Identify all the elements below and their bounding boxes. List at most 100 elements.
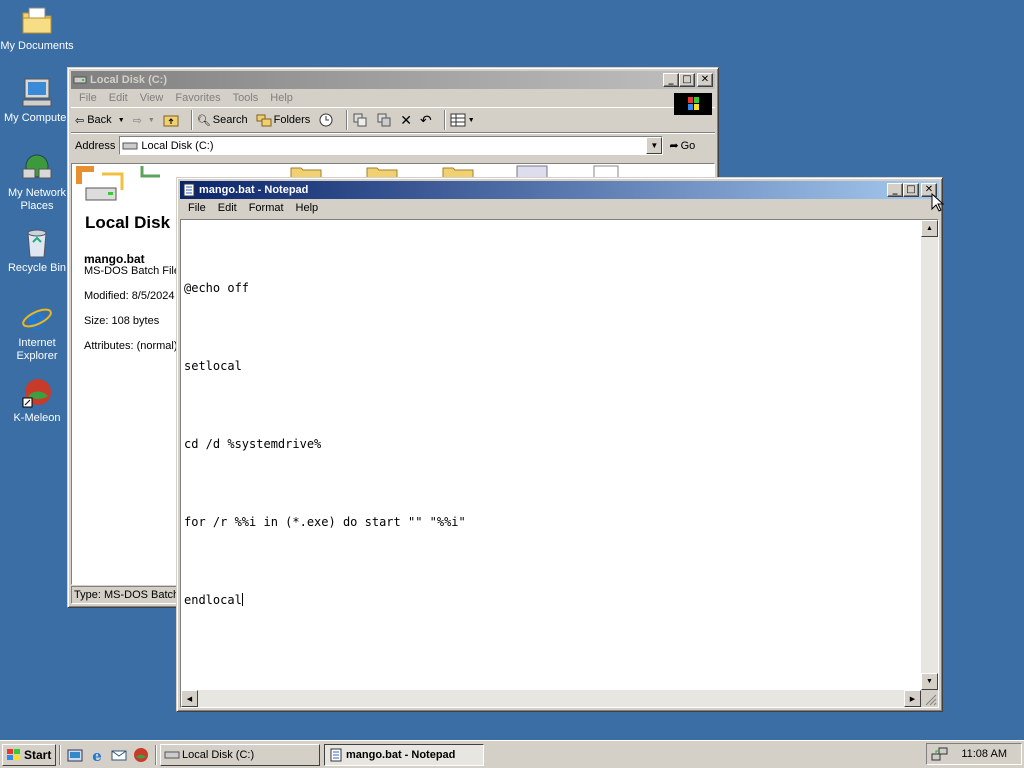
desktop-icon-my-network-places[interactable]: My Network Places — [0, 151, 74, 213]
scroll-down-button[interactable]: ▼ — [921, 673, 938, 690]
copy-to-button[interactable] — [376, 112, 392, 128]
menu-file[interactable]: File — [182, 202, 212, 214]
go-arrow-icon: ➦ — [669, 140, 679, 152]
menu-help[interactable]: Help — [264, 92, 299, 104]
notepad-text[interactable]: @echo off setlocal cd /d %systemdrive% f… — [184, 223, 918, 687]
close-button[interactable]: ✕ — [697, 73, 713, 87]
notepad-title: mango.bat - Notepad — [199, 184, 309, 196]
menu-format[interactable]: Format — [243, 202, 290, 214]
forward-button[interactable]: ⇨ ▼ — [133, 114, 155, 127]
menu-file[interactable]: File — [73, 92, 103, 104]
horizontal-scrollbar[interactable]: ◀ ▶ — [181, 690, 921, 707]
vertical-scrollbar[interactable]: ▲ ▼ — [921, 220, 938, 690]
explorer-toolbar: ⇦ Back ▼ ⇨ ▼ 🔍︎ Search Folders ✕ ↶ ▼ — [71, 107, 715, 133]
outlook-express-icon[interactable] — [111, 747, 127, 763]
address-input[interactable]: Local Disk (C:) ▼ — [119, 136, 664, 155]
menu-view[interactable]: View — [134, 92, 170, 104]
history-icon — [319, 113, 333, 127]
back-arrow-icon: ⇦ — [75, 114, 85, 127]
desktop-icon-k-meleon[interactable]: K-Meleon — [0, 376, 74, 425]
notepad-titlebar[interactable]: mango.bat - Notepad _ □ ✕ — [180, 181, 939, 199]
history-button[interactable] — [318, 112, 334, 128]
computer-icon — [20, 76, 54, 110]
network-tray-icon[interactable] — [931, 746, 949, 762]
move-to-button[interactable] — [352, 112, 368, 128]
menu-tools[interactable]: Tools — [227, 92, 265, 104]
desktop-icon-my-documents[interactable]: My Documents — [0, 4, 74, 53]
taskbar-separator — [155, 744, 157, 765]
document-icon — [593, 165, 619, 178]
menu-favorites[interactable]: Favorites — [169, 92, 226, 104]
go-button[interactable]: ➦ Go — [669, 139, 695, 153]
k-meleon-icon[interactable] — [133, 747, 149, 763]
desktop-icon-my-computer[interactable]: My Computer — [0, 76, 74, 125]
notepad-icon — [330, 748, 342, 761]
folder-icon — [442, 167, 474, 178]
maximize-button[interactable]: □ — [679, 73, 695, 87]
system-tray: 11:08 AM — [926, 743, 1022, 765]
search-button[interactable]: 🔍︎ Search — [197, 114, 248, 127]
recycle-bin-icon — [20, 226, 54, 260]
scroll-left-button[interactable]: ◀ — [181, 690, 198, 707]
explorer-titlebar[interactable]: Local Disk (C:) _ □ ✕ — [71, 71, 715, 89]
desktop-icon-recycle-bin[interactable]: Recycle Bin — [0, 226, 74, 275]
desktop-icon-internet-explorer[interactable]: e Internet Explorer — [0, 301, 74, 363]
show-desktop-icon[interactable] — [67, 747, 83, 763]
text-line: @echo off — [184, 281, 250, 295]
text-line: for /r %%i in (*.exe) do start "" "%%i" — [184, 515, 466, 529]
notepad-text-area[interactable]: @echo off setlocal cd /d %systemdrive% f… — [180, 219, 939, 708]
maximize-button[interactable]: □ — [903, 183, 919, 197]
text-line: setlocal — [184, 359, 242, 373]
folders-button[interactable]: Folders — [256, 113, 310, 127]
scroll-up-button[interactable]: ▲ — [921, 220, 938, 237]
folder-icon — [366, 167, 398, 178]
drive-icon — [73, 73, 87, 87]
views-button[interactable]: ▼ — [450, 113, 475, 127]
drive-icon — [122, 142, 138, 149]
resize-grip[interactable] — [921, 690, 938, 707]
notepad-window[interactable]: mango.bat - Notepad _ □ ✕ File Edit Form… — [176, 177, 943, 712]
views-icon — [450, 113, 466, 127]
delete-button[interactable]: ✕ — [400, 112, 412, 129]
address-label: Address — [75, 139, 116, 152]
text-line: cd /d %systemdrive% — [184, 437, 322, 451]
notepad-menubar: File Edit Format Help — [180, 199, 939, 217]
info-attributes: Attributes: (normal) — [84, 340, 178, 352]
taskbar-item-notepad[interactable]: mango.bat - Notepad — [324, 743, 484, 766]
info-modified: Modified: 8/5/2024 — [84, 290, 175, 302]
undo-button[interactable]: ↶ — [420, 112, 432, 129]
internet-explorer-icon: e — [20, 301, 54, 337]
menu-edit[interactable]: Edit — [103, 92, 134, 104]
menu-help[interactable]: Help — [290, 202, 325, 214]
taskbar: Start e Local Disk (C:) mango.bat - Note… — [0, 740, 1024, 768]
windows-logo-icon — [7, 748, 20, 760]
info-file-name: mango.bat — [84, 252, 145, 266]
menu-edit[interactable]: Edit — [212, 202, 243, 214]
minimize-button[interactable]: _ — [887, 183, 903, 197]
k-meleon-icon — [20, 376, 54, 410]
folder-documents-icon — [20, 4, 54, 38]
back-button[interactable]: ⇦ Back ▼ — [75, 114, 125, 127]
drive-banner-icon — [76, 166, 160, 201]
taskbar-item-local-disk[interactable]: Local Disk (C:) — [160, 743, 320, 766]
drive-icon — [164, 751, 180, 758]
explorer-title: Local Disk (C:) — [90, 74, 168, 86]
chevron-down-icon: ▼ — [147, 116, 155, 124]
taskbar-separator — [59, 744, 61, 765]
start-button[interactable]: Start — [2, 743, 56, 766]
chevron-down-icon: ▼ — [467, 116, 475, 124]
notepad-icon — [182, 183, 196, 197]
mouse-cursor-icon — [931, 193, 945, 212]
desktop-icon-label: Internet Explorer — [16, 337, 58, 362]
svg-text:e: e — [27, 302, 46, 335]
scroll-right-button[interactable]: ▶ — [904, 690, 921, 707]
minimize-button[interactable]: _ — [663, 73, 679, 87]
clock[interactable]: 11:08 AM — [961, 748, 1007, 760]
up-folder-button[interactable] — [163, 113, 179, 127]
toolbar-separator — [346, 110, 349, 130]
internet-explorer-icon[interactable]: e — [89, 747, 105, 763]
toolbar-separator — [443, 110, 446, 130]
address-dropdown-button[interactable]: ▼ — [646, 137, 663, 154]
delete-icon: ✕ — [400, 111, 413, 128]
text-caret — [241, 593, 243, 606]
